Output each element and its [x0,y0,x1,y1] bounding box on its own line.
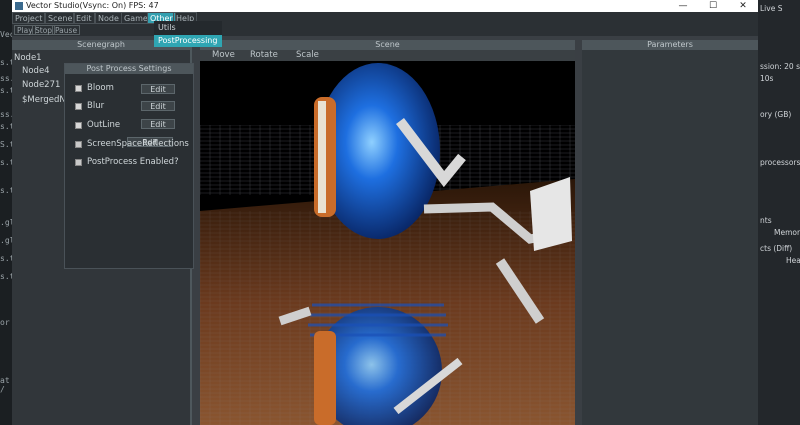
bg-text: at / [0,376,10,394]
outline-checkbox[interactable] [75,122,82,129]
minimize-button[interactable]: — [668,0,698,12]
menu-project[interactable]: Project [12,12,46,24]
scale-tool[interactable]: Scale [296,50,319,61]
tree-node[interactable]: Node4 [22,66,50,76]
scene-panel: Scene Move Rotate Scale [200,40,575,425]
scene-tools: Move Rotate Scale [200,50,575,61]
postprocess-enabled-checkbox[interactable] [75,159,82,166]
bg-text: 10s [760,74,774,83]
play-toolbar: Play Stop Pause [12,24,758,36]
rotate-tool[interactable]: Rotate [250,50,278,61]
postprocess-enabled-row: PostProcess Enabled? [75,157,193,169]
menu-edit[interactable]: Edit [73,12,95,24]
blur-row: Blur Edit [75,101,185,113]
bg-text: ory (GB) [760,110,792,119]
title-bar: Vector Studio(Vsync: On) FPS: 47 — ☐ ✕ [12,0,758,12]
menu-scene[interactable]: Scene [45,12,76,24]
ssr-label: ScreenSpaceReflections [87,139,189,149]
bg-text: processors) [760,158,800,167]
viewport-render[interactable] [200,61,575,425]
app-icon [15,2,23,10]
blur-label: Blur [87,101,105,111]
post-process-settings-dialog: Post Process Settings Bloom Edit Blur Ed… [64,63,194,269]
bg-text: nts [760,216,772,225]
bloom-row: Bloom Edit [75,83,185,95]
postprocess-enabled-label: PostProcess Enabled? [87,157,179,167]
background-profiler: Live S ssion: 20 seco 10s ory (GB) proce… [758,0,800,425]
bloom-label: Bloom [87,83,114,93]
tree-node[interactable]: Node271 [22,80,60,90]
vector-studio-window: Vector Studio(Vsync: On) FPS: 47 — ☐ ✕ P… [12,0,758,425]
scene-header: Scene [200,40,575,50]
outline-row: OutLine Edit [75,119,185,132]
bg-text: ssion: 20 seco [760,62,800,71]
menu-item-postprocessing[interactable]: PostProcessing [154,35,222,47]
ssr-checkbox[interactable] [75,141,82,148]
bg-text: Live S [760,4,783,13]
maximize-button[interactable]: ☐ [698,0,728,12]
bg-text: Memory [774,228,800,237]
move-tool[interactable]: Move [212,50,235,61]
ssr-row: Edit ScreenSpaceReflections [75,137,193,151]
outline-edit-button[interactable]: Edit [141,119,175,129]
tree-node[interactable]: $MergedN [22,95,66,105]
background-terminal: Vecto s.t ss. s.t ss. s.t S.t s.t s.t .g… [0,0,24,425]
blur-checkbox[interactable] [75,103,82,110]
close-button[interactable]: ✕ [728,0,758,12]
menu-bar: Project Scene Edit Node Game Other Help [12,12,758,24]
bg-text: Hea [786,256,800,265]
parameters-header: Parameters [582,40,758,50]
menu-node[interactable]: Node [95,12,122,24]
bg-text: or [0,318,10,327]
parameters-panel: Parameters [582,40,758,425]
window-title: Vector Studio(Vsync: On) FPS: 47 [26,1,159,10]
tree-node[interactable]: Node1 [14,53,42,63]
blur-edit-button[interactable]: Edit [141,101,175,111]
bloom-edit-button[interactable]: Edit [141,84,175,94]
other-menu-dropdown: Utils PostProcessing [154,21,222,47]
menu-item-utils[interactable]: Utils [154,22,222,34]
pause-button[interactable]: Pause [52,25,81,35]
outline-label: OutLine [87,120,121,130]
post-process-header: Post Process Settings [65,64,193,74]
bloom-checkbox[interactable] [75,85,82,92]
bg-text: cts (Diff) [760,244,793,253]
